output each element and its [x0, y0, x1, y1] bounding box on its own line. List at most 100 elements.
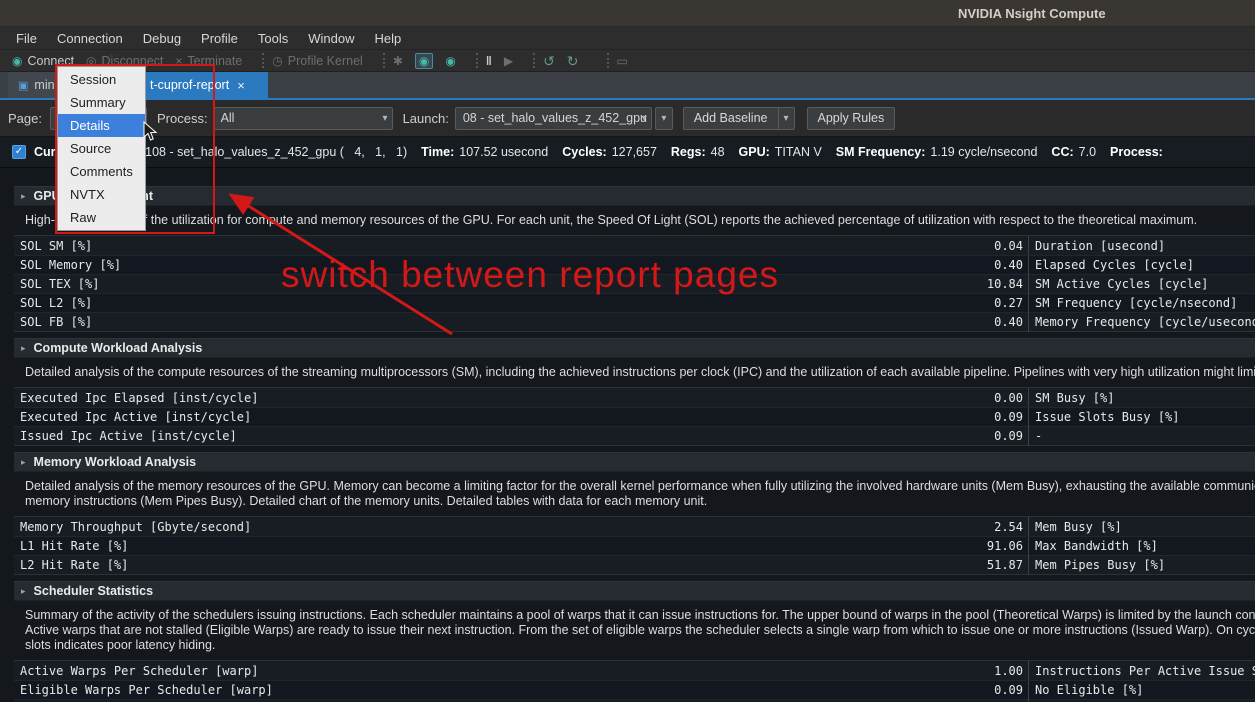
- metric-name-2: SM Active Cycles [cycle]: [1035, 277, 1255, 291]
- column-divider: [1028, 388, 1029, 407]
- cc-value: 7.0: [1079, 145, 1096, 159]
- table-row: SOL L2 [%] 0.27 SM Frequency [cycle/nsec…: [14, 293, 1255, 312]
- profile-kernel-button[interactable]: ◷ Profile Kernel: [272, 54, 363, 68]
- cycles-value: 127,657: [612, 145, 657, 159]
- section-description: High-level overview of the utilization f…: [25, 213, 1255, 228]
- section-title: Scheduler Statistics: [34, 584, 154, 598]
- check-icon: ✓: [15, 146, 23, 157]
- report-tab-label: min: [34, 78, 54, 92]
- bookmark-icon: ▭: [617, 55, 628, 67]
- section-header-memory-workload[interactable]: ▸ Memory Workload Analysis: [14, 452, 1255, 472]
- launch-select[interactable]: 08 - set_halo_values_z_452_gpu ▾: [455, 107, 652, 130]
- gpu-label: GPU:: [739, 145, 770, 159]
- page-menu-item-raw[interactable]: Raw: [58, 206, 145, 229]
- terminate-icon: ×: [175, 55, 182, 67]
- metric-name-2: Elapsed Cycles [cycle]: [1035, 258, 1255, 272]
- column-divider: [1028, 275, 1029, 294]
- undo-button[interactable]: ↺: [543, 54, 555, 68]
- chevron-down-icon: ▾: [642, 113, 647, 124]
- api-step-in-button[interactable]: ◉: [415, 53, 433, 69]
- kernel-checkbox[interactable]: ✓: [12, 145, 26, 159]
- api-step-over-button[interactable]: ◉: [445, 55, 455, 67]
- chevron-down-icon: ▾: [783, 113, 788, 124]
- metric-value: 0.09: [950, 683, 1023, 697]
- section-header-scheduler-statistics[interactable]: ▸ Scheduler Statistics: [14, 581, 1255, 601]
- launch-browse-button[interactable]: ▾: [655, 107, 673, 130]
- menu-window[interactable]: Window: [298, 28, 364, 49]
- metric-value: 0.40: [950, 258, 1023, 272]
- metric-name-2: Max Bandwidth [%]: [1035, 539, 1255, 553]
- tab-close-icon[interactable]: ×: [237, 78, 245, 93]
- metric-name: L1 Hit Rate [%]: [20, 539, 950, 553]
- window-titlebar: NVIDIA Nsight Compute: [0, 0, 1255, 27]
- regs-label: Regs:: [671, 145, 706, 159]
- regs-value: 48: [711, 145, 725, 159]
- apply-rules-button[interactable]: Apply Rules: [807, 107, 896, 130]
- section-header-gpu-speed-of-light[interactable]: ▸ GPU Speed Of Light: [14, 186, 1255, 206]
- menu-file[interactable]: File: [6, 28, 47, 49]
- report-details-page: ▸ GPU Speed Of Light High-level overview…: [0, 168, 1255, 702]
- sm-frequency-label: SM Frequency:: [836, 145, 926, 159]
- redo-button[interactable]: ↻: [567, 54, 579, 68]
- section-description: Detailed analysis of the compute resourc…: [25, 365, 1255, 380]
- menu-connection[interactable]: Connection: [47, 28, 133, 49]
- page-menu-item-source[interactable]: Source: [58, 137, 145, 160]
- metric-name: SOL SM [%]: [20, 239, 950, 253]
- page-menu-item-summary[interactable]: Summary: [58, 91, 145, 114]
- metric-name-2: Mem Busy [%]: [1035, 520, 1255, 534]
- toolbar-separator: [383, 53, 385, 68]
- report-controls-row: Page: Details ▾ Process: All ▾ Launch: 0…: [0, 100, 1255, 137]
- occupancy-calculator-button[interactable]: ✱: [393, 55, 403, 67]
- page-menu-item-nvtx[interactable]: NVTX: [58, 183, 145, 206]
- bookmark-button[interactable]: ▭: [617, 55, 628, 67]
- page-menu-item-session[interactable]: Session: [58, 68, 145, 91]
- menu-debug[interactable]: Debug: [133, 28, 191, 49]
- menu-profile[interactable]: Profile: [191, 28, 248, 49]
- metrics-table-compute: Executed Ipc Elapsed [inst/cycle] 0.00 S…: [14, 387, 1255, 446]
- section-title: Memory Workload Analysis: [34, 455, 197, 469]
- table-row: Issued Ipc Active [inst/cycle] 0.09 -: [14, 426, 1255, 445]
- section-description: Detailed analysis of the memory resource…: [25, 479, 1255, 509]
- undo-icon: ↺: [543, 54, 555, 68]
- menu-help[interactable]: Help: [365, 28, 412, 49]
- terminate-button[interactable]: × Terminate: [175, 54, 242, 68]
- toolbar: ◉ Connect ◎ Disconnect × Terminate ◷ Pro…: [0, 50, 1255, 72]
- table-row: SOL TEX [%] 10.84 SM Active Cycles [cycl…: [14, 274, 1255, 293]
- metric-name: SOL FB [%]: [20, 315, 950, 329]
- metrics-table-scheduler: Active Warps Per Scheduler [warp] 1.00 I…: [14, 660, 1255, 702]
- section-header-compute-workload[interactable]: ▸ Compute Workload Analysis: [14, 338, 1255, 358]
- metric-name: Executed Ipc Elapsed [inst/cycle]: [20, 391, 950, 405]
- resume-button[interactable]: ▶: [504, 55, 513, 67]
- metric-name: SOL Memory [%]: [20, 258, 950, 272]
- metric-name: SOL TEX [%]: [20, 277, 950, 291]
- column-divider: [1028, 256, 1029, 275]
- pause-button[interactable]: ‖: [486, 55, 492, 67]
- metric-value: 0.09: [950, 410, 1023, 424]
- report-tabbar: ▣ min t-cuprof-report ×: [0, 72, 1255, 100]
- page-label: Page:: [8, 111, 42, 126]
- add-baseline-dropdown-button[interactable]: ▾: [779, 107, 795, 130]
- process-label: Process:: [157, 111, 208, 126]
- metric-name: Executed Ipc Active [inst/cycle]: [20, 410, 950, 424]
- metric-value: 0.04: [950, 239, 1023, 253]
- metric-name: SOL L2 [%]: [20, 296, 950, 310]
- metrics-table-sol: SOL SM [%] 0.04 Duration [usecond] SOL M…: [14, 235, 1255, 332]
- metric-value: 0.27: [950, 296, 1023, 310]
- add-baseline-button[interactable]: Add Baseline: [683, 107, 779, 130]
- metric-name-2: Issue Slots Busy [%]: [1035, 410, 1255, 424]
- sm-frequency-value: 1.19 cycle/nsecond: [930, 145, 1037, 159]
- column-divider: [1028, 517, 1029, 536]
- table-row: SOL FB [%] 0.40 Memory Frequency [cycle/…: [14, 312, 1255, 331]
- metric-value: 2.54: [950, 520, 1023, 534]
- menu-tools[interactable]: Tools: [248, 28, 298, 49]
- process-select[interactable]: All ▾: [213, 107, 393, 130]
- report-tab-label: t-cuprof-report: [150, 78, 229, 92]
- table-row: SOL SM [%] 0.04 Duration [usecond]: [14, 236, 1255, 255]
- pause-icon: ‖: [486, 55, 492, 67]
- toolbar-separator: [262, 53, 264, 68]
- chevron-down-icon: ▾: [383, 113, 388, 124]
- page-menu-item-details[interactable]: Details: [58, 114, 145, 137]
- column-divider: [1028, 294, 1029, 313]
- toolbar-separator: [607, 53, 609, 68]
- page-menu-item-comments[interactable]: Comments: [58, 160, 145, 183]
